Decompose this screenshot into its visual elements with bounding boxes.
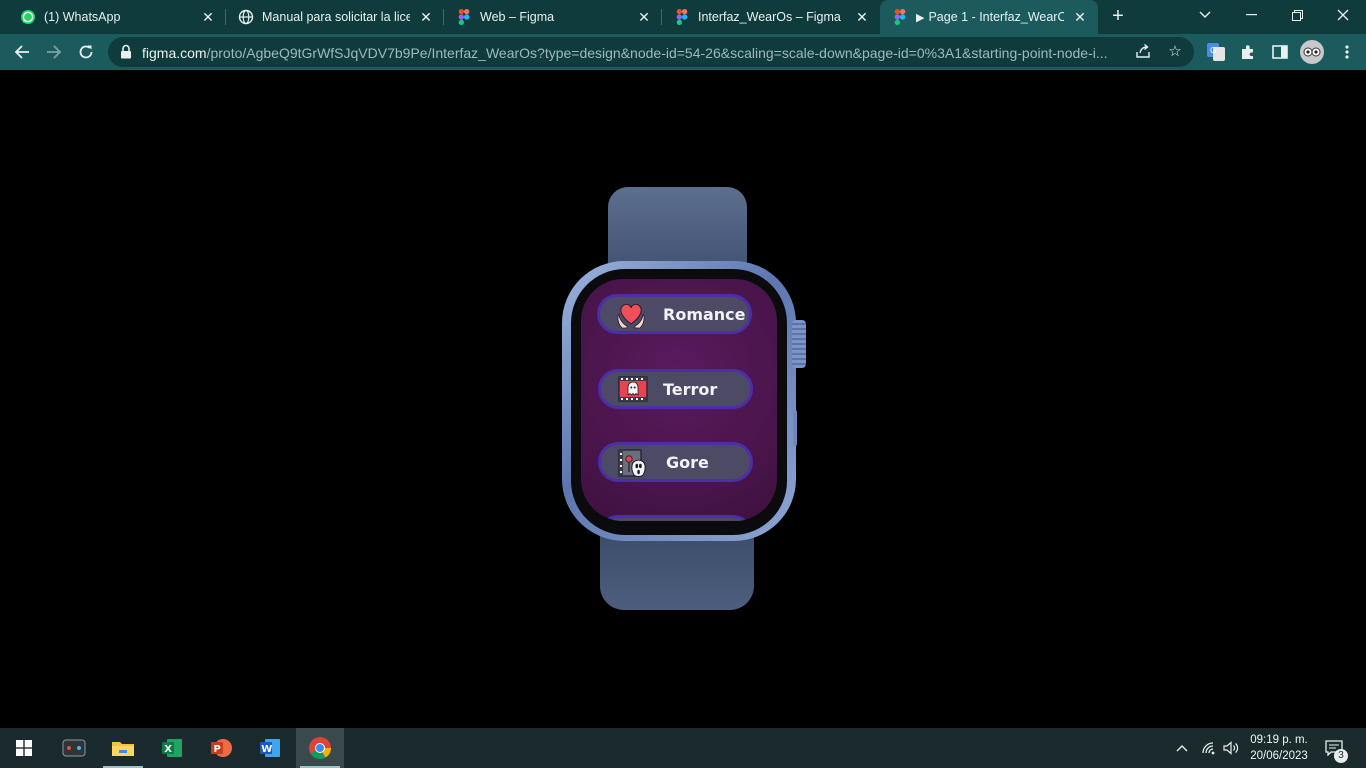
url-host: figma.com [142, 45, 207, 61]
close-tab-icon[interactable]: ✕ [200, 9, 216, 25]
clock-time: 09:19 p. m. [1250, 734, 1308, 746]
svg-text:G: G [1210, 46, 1216, 55]
clock-date: 20/06/2023 [1250, 750, 1308, 762]
back-button[interactable] [8, 38, 36, 66]
close-tab-icon[interactable]: ✕ [1072, 9, 1088, 25]
start-icon[interactable] [0, 728, 48, 768]
watch-screen: Romance Terror Gore [581, 279, 777, 521]
watch-side-button[interactable] [793, 410, 797, 446]
svg-text:P: P [214, 744, 221, 755]
tab-whatsapp[interactable]: (1) WhatsApp ✕ [8, 0, 226, 34]
url-text[interactable]: figma.com/proto/AgbeQ9tGrWfSJqVDV7b9Pe/I… [142, 45, 1132, 61]
game-app-icon[interactable] [50, 728, 98, 768]
windows-taskbar: X P W 09:19 p. m. 20/06/2023 3 [0, 728, 1366, 768]
tab-title: Web – Figma [480, 10, 555, 24]
close-tab-icon[interactable]: ✕ [854, 9, 870, 25]
tab-title: Manual para solicitar la licenc [262, 10, 410, 24]
notification-center-icon[interactable]: 3 [1320, 728, 1348, 768]
close-tab-icon[interactable]: ✕ [636, 9, 652, 25]
globe-icon [238, 9, 254, 25]
heart-hands-icon [616, 299, 646, 329]
tab-title: (1) WhatsApp [44, 10, 121, 24]
powerpoint-icon[interactable]: P [197, 728, 245, 768]
figma-icon [674, 9, 690, 25]
tab-title: Page 1 - Interfaz_WearOs [928, 10, 1064, 24]
tab-title: Interfaz_WearOs – Figma [698, 10, 841, 24]
whatsapp-icon [20, 9, 36, 25]
tab-page1-prototype[interactable]: ▶ Page 1 - Interfaz_WearOs ✕ [880, 0, 1098, 34]
genre-label: Terror [663, 380, 718, 399]
notification-badge: 3 [1334, 749, 1348, 763]
extensions-puzzle-icon[interactable] [1237, 41, 1259, 63]
wifi-icon[interactable] [1198, 728, 1220, 768]
profile-avatar[interactable] [1300, 40, 1324, 64]
svg-text:X: X [164, 744, 172, 755]
tab-manual[interactable]: Manual para solicitar la licenc ✕ [226, 0, 444, 34]
system-clock[interactable]: 09:19 p. m. 20/06/2023 [1244, 732, 1314, 764]
figma-icon [892, 9, 908, 25]
browser-toolbar: figma.com/proto/AgbeQ9tGrWfSJqVDV7b9Pe/I… [0, 34, 1366, 70]
bookmark-star-icon[interactable]: ☆ [1166, 43, 1184, 61]
prototype-canvas: Romance Terror Gore [0, 70, 1366, 728]
tab-interfaz-figma[interactable]: Interfaz_WearOs – Figma ✕ [662, 0, 880, 34]
genre-label: Gore [666, 453, 709, 472]
file-explorer-icon[interactable] [99, 728, 147, 768]
url-path: /proto/AgbeQ9tGrWfSJqVDV7b9Pe/Interfaz_W… [206, 45, 1108, 61]
figma-icon [456, 9, 472, 25]
lock-icon[interactable] [120, 44, 134, 60]
tab-strip: (1) WhatsApp ✕ Manual para solicitar la … [0, 0, 1366, 34]
genre-button-gore[interactable]: Gore [598, 442, 753, 482]
minimize-button[interactable] [1228, 0, 1274, 30]
share-icon[interactable] [1134, 43, 1152, 61]
chrome-icon[interactable] [296, 728, 344, 768]
genre-button-terror[interactable]: Terror [598, 369, 753, 409]
forward-button[interactable] [40, 38, 68, 66]
reload-button[interactable] [72, 38, 100, 66]
svg-text:W: W [261, 744, 272, 755]
google-translate-icon[interactable]: G [1205, 41, 1227, 63]
genre-button-partial[interactable] [598, 515, 753, 521]
ghost-film-icon [618, 375, 648, 405]
word-icon[interactable]: W [246, 728, 294, 768]
tab-search-icon[interactable] [1182, 0, 1228, 30]
tab-web-figma[interactable]: Web – Figma ✕ [444, 0, 662, 34]
watch-crown[interactable] [792, 320, 806, 368]
more-menu-icon[interactable] [1336, 41, 1358, 63]
genre-label: Romance [663, 305, 746, 324]
excel-icon[interactable]: X [148, 728, 196, 768]
new-tab-button[interactable]: + [1106, 5, 1130, 29]
play-icon: ▶ [916, 11, 925, 24]
volume-icon[interactable] [1220, 728, 1242, 768]
genre-button-romance[interactable]: Romance [597, 294, 752, 334]
side-panel-icon[interactable] [1269, 41, 1291, 63]
show-hidden-icons-icon[interactable] [1172, 728, 1192, 768]
scream-mask-icon [618, 448, 648, 478]
close-tab-icon[interactable]: ✕ [418, 9, 434, 25]
address-bar[interactable]: figma.com/proto/AgbeQ9tGrWfSJqVDV7b9Pe/I… [108, 37, 1194, 67]
restore-button[interactable] [1274, 0, 1320, 30]
close-window-button[interactable] [1320, 0, 1366, 30]
